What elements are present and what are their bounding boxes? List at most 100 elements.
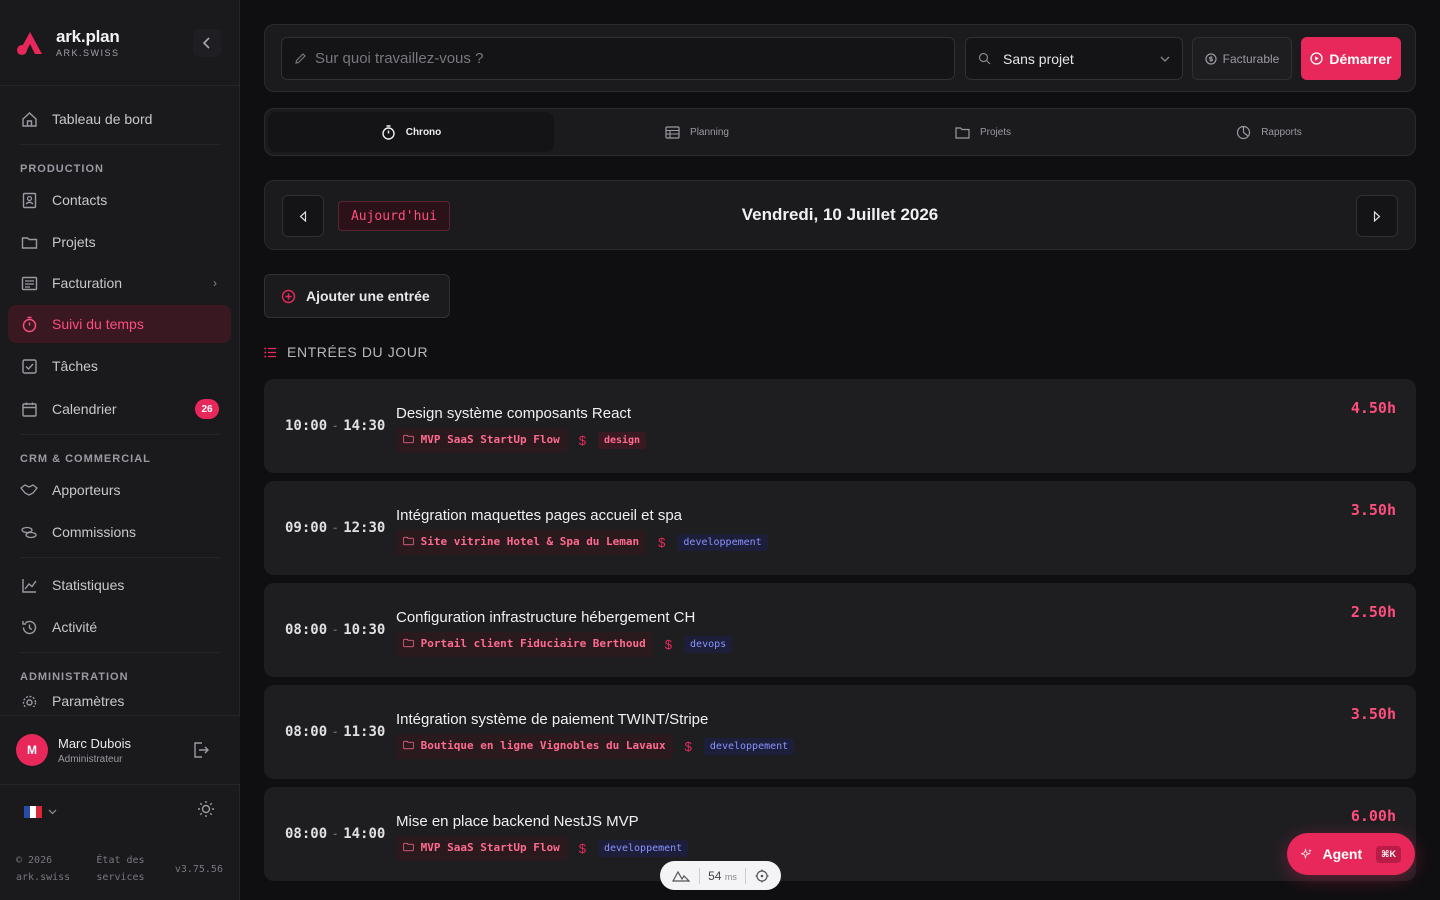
time-entry[interactable]: 10:00-14:30 Design système composants Re… (264, 379, 1416, 473)
entry-end: 14:00 (343, 826, 386, 842)
entry-start: 08:00 (285, 622, 328, 638)
sidebar-item-contacts[interactable]: Contacts (8, 181, 231, 219)
sidebar-item-billing[interactable]: Facturation › (8, 264, 231, 302)
time-entry[interactable]: 08:00-11:30 Intégration système de paiem… (264, 685, 1416, 779)
sidebar-item-activity[interactable]: Activité (8, 608, 231, 646)
chevron-down-icon (1160, 53, 1170, 65)
language-selector[interactable] (24, 805, 57, 818)
entry-end: 12:30 (343, 520, 386, 536)
home-icon (20, 110, 38, 128)
services-status-link[interactable]: État des services (96, 852, 156, 886)
sidebar-item-statistics[interactable]: Statistiques (8, 566, 231, 604)
tab-label: Projets (979, 126, 1012, 138)
entry-end: 14:30 (343, 418, 386, 434)
caret-right-icon (1373, 210, 1381, 222)
collapse-sidebar-button[interactable] (193, 29, 221, 57)
billable-dollar-icon: $ (658, 535, 666, 550)
entry-title: Intégration système de paiement TWINT/St… (396, 711, 709, 728)
entry-project: 🗀 Portail client Fiduciaire Berthoud (396, 632, 653, 657)
sidebar-item-settings[interactable]: Paramètres (8, 689, 231, 707)
tab-chrono[interactable]: Chrono (268, 112, 554, 152)
sidebar-item-commissions[interactable]: Commissions (8, 513, 231, 551)
sidebar-item-referrers[interactable]: Apporteurs (8, 471, 231, 509)
entry-project-name: Boutique en ligne Vignobles du Lavaux (420, 739, 666, 752)
divider (20, 144, 219, 145)
crosshair-icon[interactable] (755, 869, 769, 883)
sidebar-item-label: Contacts (52, 192, 108, 208)
entry-title: Configuration infrastructure hébergement… (396, 609, 696, 626)
divider (698, 867, 700, 884)
tab-projects[interactable]: Projets (840, 112, 1126, 152)
calendar-badge: 26 (195, 399, 219, 419)
sidebar-item-projects[interactable]: Projets (8, 223, 231, 261)
logout-icon[interactable] (192, 741, 210, 764)
billable-toggle[interactable]: Facturable (1192, 37, 1292, 80)
plus-circle-icon (281, 289, 296, 303)
tab-planning[interactable]: Planning (554, 112, 840, 152)
tab-reports[interactable]: Rapports (1126, 112, 1412, 152)
entry-duration: 3.50h (1350, 705, 1396, 723)
sidebar-nav: Tableau de bord PRODUCTION Contacts Proj… (8, 100, 231, 707)
entry-project: 🗀 MVP SaaS StartUp Flow (396, 428, 567, 453)
entry-time-range: 08:00-14:00 (285, 826, 386, 842)
user-profile[interactable]: M Marc Dubois Administrateur (0, 715, 240, 785)
entry-project-name: Site vitrine Hotel & Spa du Leman (420, 535, 640, 548)
entry-meta: 🗀 MVP SaaS StartUp Flow $ design (396, 428, 647, 453)
chevron-right-icon: › (213, 276, 217, 290)
time-entry[interactable]: 08:00-14:00 Mise en place backend NestJS… (264, 787, 1416, 881)
project-select-value: Sans projet (1003, 50, 1074, 67)
sidebar-item-time-tracking[interactable]: Suivi du temps (8, 305, 231, 343)
dollar-circle-icon (1205, 52, 1217, 65)
french-flag-icon (24, 805, 42, 818)
performance-indicator[interactable]: 54 ms (660, 861, 781, 890)
play-circle-icon (1310, 52, 1324, 65)
entries-header: ENTRÉES DU JOUR (264, 344, 428, 360)
sidebar-item-label: Tableau de bord (52, 111, 153, 127)
avatar: M (16, 734, 48, 766)
calendar-icon (20, 400, 38, 418)
entry-start: 09:00 (285, 520, 328, 536)
date-navigator: Aujourd'hui Vendredi, 10 Juillet 2026 (264, 180, 1416, 250)
chevron-down-icon (48, 809, 57, 814)
sidebar-item-calendar[interactable]: Calendrier 26 (8, 390, 231, 428)
stopwatch-icon (382, 124, 395, 140)
theme-toggle-sun-icon[interactable] (197, 800, 215, 823)
next-day-button[interactable] (1356, 195, 1398, 237)
add-entry-button[interactable]: Ajouter une entrée (264, 274, 450, 318)
entry-project-name: Portail client Fiduciaire Berthoud (420, 637, 646, 650)
entry-duration: 6.00h (1350, 807, 1396, 825)
pie-chart-icon (1237, 125, 1251, 139)
entry-meta: 🗀 Boutique en ligne Vignobles du Lavaux … (396, 734, 795, 759)
vercel-speed-icon (672, 870, 691, 882)
entry-time-range: 08:00-11:30 (285, 724, 386, 740)
entry-meta: 🗀 Portail client Fiduciaire Berthoud $ d… (396, 632, 733, 657)
time-entry[interactable]: 09:00-12:30 Intégration maquettes pages … (264, 481, 1416, 575)
entry-tag: developpement (677, 534, 768, 551)
sidebar-item-tasks[interactable]: Tâches (8, 347, 231, 385)
task-input-wrapper[interactable] (281, 37, 955, 80)
project-select[interactable]: Sans projet (965, 37, 1183, 80)
billable-dollar-icon: $ (684, 739, 692, 754)
folder-icon (955, 126, 970, 139)
entry-tag: developpement (597, 840, 689, 857)
task-description-input[interactable] (315, 50, 942, 67)
preferences-row (24, 800, 215, 823)
divider (745, 867, 747, 884)
sidebar-item-dashboard[interactable]: Tableau de bord (8, 100, 231, 138)
entry-title: Design système composants React (396, 405, 632, 422)
entry-project: 🗀 Site vitrine Hotel & Spa du Leman (396, 530, 647, 555)
divider (20, 557, 219, 558)
table-icon (665, 125, 680, 139)
view-tabs: Chrono Planning Projets Rapports (264, 108, 1416, 156)
latency-unit: ms (724, 871, 737, 882)
brand-sub: ARK.SWISS (56, 48, 120, 58)
time-entry[interactable]: 08:00-10:30 Configuration infrastructure… (264, 583, 1416, 677)
agent-button[interactable]: Agent ⌘K (1287, 833, 1415, 875)
agent-label: Agent (1322, 846, 1363, 862)
copyright: © 2026 ark.swiss (16, 855, 71, 883)
sidebar-item-label: Statistiques (52, 577, 125, 593)
entry-project: 🗀 MVP SaaS StartUp Flow (396, 836, 567, 861)
start-timer-button[interactable]: Démarrer (1301, 37, 1401, 80)
entry-end: 10:30 (343, 622, 386, 638)
entry-end: 11:30 (343, 724, 386, 740)
